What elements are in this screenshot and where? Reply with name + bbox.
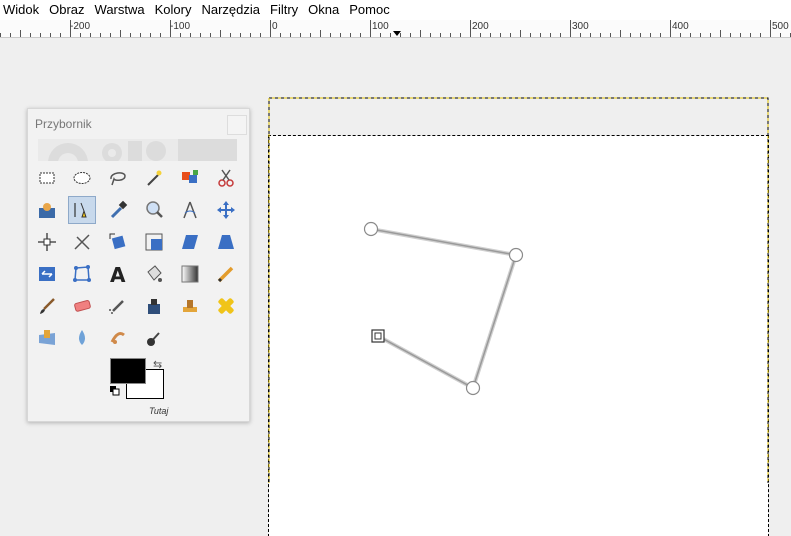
measure-icon[interactable] bbox=[176, 196, 204, 224]
path-anchor[interactable] bbox=[508, 247, 524, 263]
pencil-icon[interactable] bbox=[212, 260, 240, 288]
shear-icon[interactable] bbox=[176, 228, 204, 256]
scale-icon[interactable] bbox=[140, 228, 168, 256]
path-stroke-shadow bbox=[370, 227, 519, 391]
zoom-icon[interactable] bbox=[140, 196, 168, 224]
color-select-icon[interactable] bbox=[176, 164, 204, 192]
rect-select-icon[interactable] bbox=[33, 164, 61, 192]
ellipse-select-icon[interactable] bbox=[68, 164, 96, 192]
paths-icon[interactable] bbox=[68, 196, 96, 224]
toolbox-title: Przybornik bbox=[35, 117, 92, 131]
alignment-icon[interactable] bbox=[33, 228, 61, 256]
path-anchor[interactable] bbox=[363, 221, 379, 237]
smudge-icon[interactable] bbox=[104, 324, 132, 352]
svg-text:A: A bbox=[110, 263, 126, 285]
eraser-icon[interactable] bbox=[68, 292, 96, 320]
bucket-fill-icon[interactable] bbox=[140, 260, 168, 288]
cage-icon[interactable] bbox=[68, 260, 96, 288]
path-anchor[interactable] bbox=[465, 380, 481, 396]
lasso-icon[interactable] bbox=[104, 164, 132, 192]
perspective-icon[interactable] bbox=[212, 228, 240, 256]
crop-icon[interactable] bbox=[68, 228, 96, 256]
blend-icon[interactable] bbox=[176, 260, 204, 288]
foreground-select-icon[interactable] bbox=[33, 196, 61, 224]
swap-colors-icon[interactable]: ⇆ bbox=[153, 358, 162, 371]
magic-wand-icon[interactable] bbox=[140, 164, 168, 192]
scissors-icon[interactable] bbox=[212, 164, 240, 192]
text-icon[interactable]: A bbox=[104, 260, 132, 288]
rotate-icon[interactable] bbox=[104, 228, 132, 256]
airbrush-icon[interactable] bbox=[104, 292, 132, 320]
layer-boundary-yellow bbox=[268, 97, 769, 483]
color-area: ⇆ bbox=[110, 358, 172, 402]
foreground-color-swatch[interactable] bbox=[110, 358, 146, 384]
toolbox-dialog: Przybornik A ⇆ Tutaj bbox=[27, 108, 250, 422]
wilber-logo bbox=[38, 139, 237, 161]
toolbox-hint: Tutaj bbox=[149, 406, 169, 416]
blur-icon[interactable] bbox=[68, 324, 96, 352]
dodge-burn-icon[interactable] bbox=[140, 324, 168, 352]
move-icon[interactable] bbox=[212, 196, 240, 224]
layer-boundary bbox=[268, 97, 769, 483]
flip-icon[interactable] bbox=[33, 260, 61, 288]
heal-icon[interactable] bbox=[212, 292, 240, 320]
path-active-anchor[interactable] bbox=[371, 329, 385, 343]
clone-icon[interactable] bbox=[176, 292, 204, 320]
paintbrush-icon[interactable] bbox=[33, 292, 61, 320]
color-picker-icon[interactable] bbox=[104, 196, 132, 224]
toolbox-close-button[interactable] bbox=[227, 115, 247, 135]
perspective-clone-icon[interactable] bbox=[33, 324, 61, 352]
ink-icon[interactable] bbox=[140, 292, 168, 320]
default-colors-icon[interactable] bbox=[110, 386, 120, 396]
